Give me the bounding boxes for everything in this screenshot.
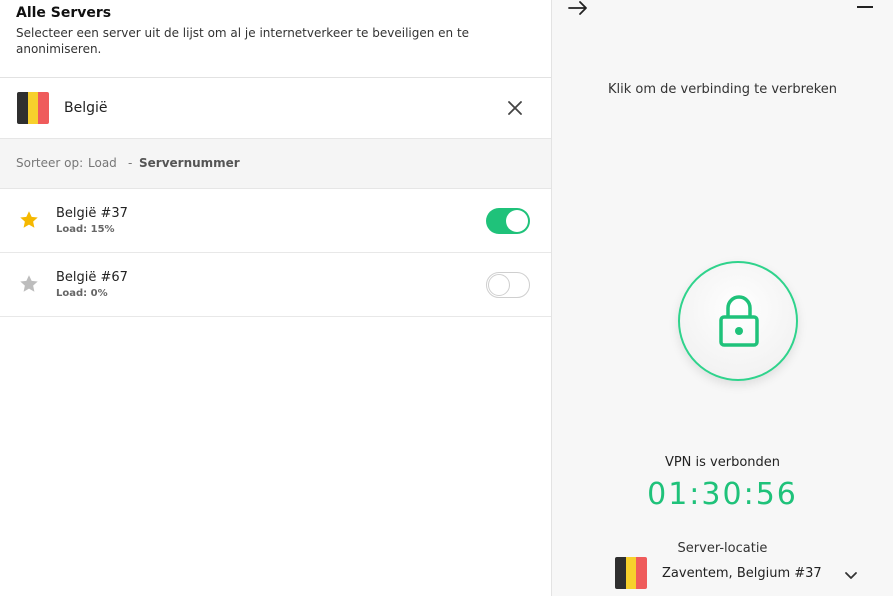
sort-separator: - (128, 156, 133, 170)
page-subtitle: Selecteer een server uit de lijst om al … (16, 26, 470, 56)
server-connect-toggle[interactable] (486, 272, 530, 298)
disconnect-button[interactable] (678, 261, 798, 381)
sort-option-load[interactable]: Load (88, 156, 117, 170)
close-icon (508, 101, 522, 115)
sort-option-servernumber[interactable]: Servernummer (139, 156, 240, 170)
server-name: België #37 (56, 206, 128, 221)
belgium-flag-icon (615, 557, 647, 589)
server-location-label: Server-locatie (677, 541, 768, 556)
disconnect-hint: Klik om de verbinding te verbreken (607, 82, 838, 97)
star-icon (20, 275, 38, 292)
country-header: België (0, 78, 551, 139)
server-row[interactable]: België #67 Load: 0% (0, 253, 551, 317)
vpn-status: VPN is verbonden (664, 455, 781, 470)
server-connect-toggle[interactable] (486, 208, 530, 234)
star-icon (20, 211, 38, 228)
favorite-button[interactable] (18, 273, 40, 295)
close-button[interactable] (503, 96, 527, 120)
sort-label: Sorteer op: (16, 156, 84, 170)
favorite-button[interactable] (18, 209, 40, 231)
country-name: België (64, 100, 108, 116)
minimize-icon[interactable] (857, 6, 873, 8)
server-row[interactable]: België #37 Load: 15% (0, 189, 551, 253)
sort-bar: Sorteer op: Load - Servernummer (0, 139, 551, 189)
connection-timer: 01:30:56 (647, 477, 798, 512)
page-title: Alle Servers (16, 5, 112, 21)
server-load: Load: 0% (56, 288, 108, 299)
location-dropdown-button[interactable] (844, 567, 858, 579)
arrow-right-icon (568, 1, 587, 15)
server-load: Load: 15% (56, 224, 115, 235)
collapse-panel-button[interactable] (566, 0, 590, 16)
server-list-header: Alle Servers Selecteer een server uit de… (0, 0, 551, 78)
chevron-down-icon (845, 572, 857, 579)
server-location-name[interactable]: Zaventem, Belgium #37 (662, 566, 822, 581)
server-list-panel: Alle Servers Selecteer een server uit de… (0, 0, 552, 596)
belgium-flag-icon (17, 92, 49, 124)
lock-icon (719, 295, 759, 347)
server-name: België #67 (56, 270, 128, 285)
